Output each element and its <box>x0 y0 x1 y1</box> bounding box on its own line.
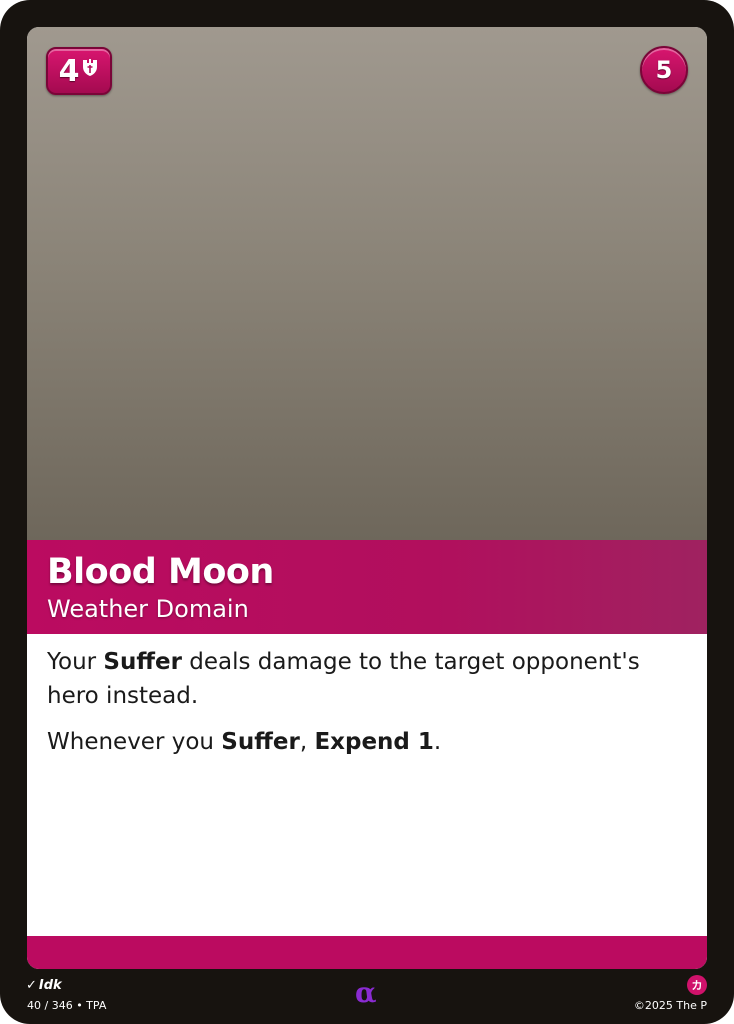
rarity-symbol: α <box>355 976 377 1009</box>
rules-paragraph: Your Suffer deals damage to the target o… <box>47 645 667 713</box>
card: 4 5 Blood Moon Weather Domain Your Suffe… <box>0 0 734 1024</box>
set-symbol-icon: カ <box>687 975 707 995</box>
rules-text-box: Your Suffer deals damage to the target o… <box>27 634 707 936</box>
keyword: Suffer <box>221 729 300 755</box>
shield-sword-icon <box>83 59 98 76</box>
title-band: Blood Moon Weather Domain <box>27 540 707 634</box>
card-title: Blood Moon <box>47 552 274 592</box>
card-art: 4 5 <box>27 27 707 540</box>
card-face: 4 5 Blood Moon Weather Domain Your Suffe… <box>27 27 707 969</box>
rules-run: . <box>433 729 442 755</box>
rules-paragraph: Whenever you Suffer, Expend 1. <box>47 725 667 759</box>
bottom-band <box>27 936 707 969</box>
rules-run: Whenever you <box>47 729 222 755</box>
cost-value: 4 <box>58 53 80 89</box>
copyright: ©2025 The P <box>633 999 707 1012</box>
cost-badge: 4 <box>46 47 112 95</box>
artist-name: Idk <box>38 978 62 993</box>
power-badge: 5 <box>640 46 688 94</box>
collector-number: 40 / 346 • TPA <box>27 999 107 1012</box>
rules-run: , <box>299 729 315 755</box>
keyword: Expend 1 <box>314 729 434 755</box>
rules-text: Your Suffer deals damage to the target o… <box>47 645 667 771</box>
keyword: Suffer <box>103 649 182 675</box>
power-value: 5 <box>655 56 673 84</box>
artist-credit: ✓ Idk <box>26 978 62 993</box>
card-subtitle: Weather Domain <box>47 595 249 623</box>
pen-icon: ✓ <box>26 978 37 993</box>
rules-run: Your <box>47 649 104 675</box>
